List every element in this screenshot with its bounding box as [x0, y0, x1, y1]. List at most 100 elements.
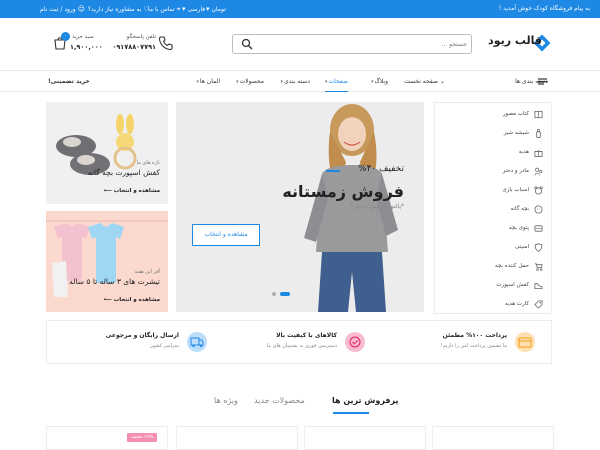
contact-label: تماس با ما	[148, 6, 175, 13]
location-pin-icon: ⌖	[176, 5, 181, 13]
search-icon[interactable]	[241, 38, 253, 50]
chevron-down-icon: ▾	[325, 79, 328, 85]
heart-icon: ♡	[143, 5, 150, 13]
sidebar-item-label: بچه گانه	[510, 206, 529, 212]
promo-card-tshirts[interactable]: آفر این هفته تیشرت های ۳ ساله تا ۵ ساله …	[46, 211, 168, 312]
promo-kicker: تازه های ما	[136, 160, 160, 166]
promo-title: تیشرت های ۳ ساله تا ۵ ساله	[69, 277, 160, 286]
main-nav: دسته بندی ها ⌄ صفحه نخست وبلاگ▾ صفحات▾ د…	[0, 70, 600, 92]
product-card[interactable]	[432, 426, 554, 450]
slider-dot[interactable]	[272, 292, 276, 296]
special-offer-link[interactable]: خرید تضمینی!	[48, 71, 90, 92]
nav-label: صفحه نخست	[404, 78, 438, 85]
nav-item-pages[interactable]: صفحات▾	[325, 71, 348, 92]
sidebar-item-illustrated-book[interactable]: کتاب مصور	[435, 105, 551, 124]
user-icon: ☺	[77, 5, 86, 13]
language-label: فارسی	[187, 6, 206, 13]
search-input[interactable]	[267, 37, 467, 51]
feature-free-shipping: ارسال رایگان و مرجوعی سراسر کشور	[47, 321, 215, 363]
help-label: به مشاوره نیاز دارید؟	[88, 6, 142, 13]
sidebar-item-label: کتاب مصور	[502, 111, 529, 117]
product-card[interactable]	[176, 426, 298, 450]
hero-discount: تخفیف ۴۰%	[358, 164, 404, 174]
gift-icon	[534, 149, 543, 157]
arrow-left-icon: ⟵	[103, 297, 112, 303]
feature-title: کالاهای با کیفیت بالا	[276, 332, 337, 339]
hero-cta-button[interactable]: مشاهده و انتخاب	[192, 224, 260, 246]
hero-subtitle: *پالتو ، پاپوش ،بوتین*	[349, 203, 404, 210]
wallet-icon	[515, 332, 535, 352]
sidebar-item-safety[interactable]: امنیتی	[435, 238, 551, 257]
feature-subtitle: ما تضمین پرداخت امن را داریم!	[440, 343, 507, 349]
mother-daughter-icon	[534, 167, 543, 176]
sidebar-item-sport-shoes[interactable]: کفش اسپورت	[435, 276, 551, 295]
top-bar: به پیام فروشگاه کودک خوش آمدید ! ▾ تومان …	[0, 0, 600, 18]
nav-label: صفحات	[328, 78, 348, 85]
help-link[interactable]: به مشاوره نیاز دارید؟ ♡	[88, 0, 152, 18]
toy-icon	[534, 186, 543, 195]
book-icon	[534, 110, 543, 119]
cart-count-badge: ۰	[61, 32, 70, 41]
currency-label: تومان	[211, 6, 226, 13]
shoe-icon	[534, 283, 543, 290]
nav-item-elements[interactable]: المان ها▾	[196, 71, 220, 92]
promo-kicker: آفر این هفته	[134, 269, 160, 275]
sidebar-item-gift-card[interactable]: کارت هدیه	[435, 295, 551, 314]
hamburger-icon[interactable]	[538, 78, 547, 85]
sidebar-item-label: پتوی بچه	[508, 225, 529, 231]
arrow-left-icon: ⟵	[103, 188, 112, 194]
feature-secure-payment: پرداخت ۱۰۰% مطمئن ما تضمین پرداخت امن را…	[383, 321, 551, 363]
chevron-down-icon: ▾	[280, 79, 284, 85]
promo-link[interactable]: مشاهده و انتخاب ⟵	[104, 297, 160, 303]
welcome-text: به پیام فروشگاه کودک خوش آمدید !	[498, 5, 590, 12]
nav-item-blog[interactable]: وبلاگ▾	[371, 71, 388, 92]
tab-best-sellers[interactable]: پرفروش ترین ها	[332, 396, 399, 405]
sidebar-item-mother-daughter[interactable]: مادر و دختر	[435, 162, 551, 181]
sidebar-item-baby-bottle[interactable]: شیشه شیر	[435, 124, 551, 143]
promo-link-label: مشاهده و انتخاب	[113, 188, 160, 194]
shipping-icon	[187, 332, 207, 352]
sidebar-item-baby-blanket[interactable]: پتوی بچه	[435, 219, 551, 238]
login-link[interactable]: ورود / ثبت نام ☺	[40, 0, 87, 18]
tag-icon	[534, 300, 543, 309]
language-select[interactable]: ▾ فارسی	[180, 0, 205, 18]
promo-link[interactable]: مشاهده و انتخاب ⟵	[104, 188, 160, 194]
feature-subtitle: دسترسی فوری به پشتیبان های ما	[266, 343, 337, 349]
contact-link[interactable]: تماس با ما ⌖	[148, 0, 183, 18]
discount-badge: ۲۷% تخفیف	[127, 433, 157, 442]
sidebar-item-toys[interactable]: اسباب بازی	[435, 181, 551, 200]
sidebar-item-label: کفش اسپورت	[496, 282, 529, 288]
slider-dot-active[interactable]	[280, 292, 290, 296]
feature-title: ارسال رایگان و مرجوعی	[105, 332, 179, 339]
sidebar-item-kids[interactable]: بچه گانه	[435, 200, 551, 219]
sidebar-item-label: کارت هدیه	[504, 301, 529, 307]
sidebar-item-gift[interactable]: هدیه	[435, 143, 551, 162]
sidebar-item-label: مادر و دختر	[502, 168, 529, 174]
nav-item-products[interactable]: محصولات▾	[236, 71, 264, 92]
search-box	[232, 34, 472, 54]
hero-slider[interactable]: تخفیف ۴۰% فروش زمستانه *پالتو ، پاپوش ،ب…	[176, 102, 424, 312]
promo-card-shoes[interactable]: تازه های ما کفش اسپورت بچه گانه مشاهده و…	[46, 102, 168, 204]
chevron-down-icon: ▾	[236, 79, 239, 85]
chevron-down-icon: ▾	[196, 79, 199, 85]
cart-label: سبد خرید	[72, 34, 94, 40]
product-card[interactable]	[304, 426, 426, 450]
sidebar-item-label: امنیتی	[514, 244, 529, 250]
chevron-down-icon[interactable]: ⌄	[440, 71, 445, 92]
phone-number[interactable]: ۰۹۱۷۸۸۰۷۷۹۱	[100, 43, 156, 51]
nav-item-category[interactable]: دسته بندی▾	[281, 71, 310, 92]
phone-icon	[158, 36, 173, 51]
quality-icon	[345, 332, 365, 352]
tab-specials[interactable]: ویژه ها	[214, 396, 238, 405]
feature-quality: کالاهای با کیفیت بالا دسترسی فوری به پشت…	[215, 321, 383, 363]
tab-new-products[interactable]: محصولات جدید	[254, 396, 305, 405]
active-tab-indicator	[333, 412, 369, 414]
nav-item-home[interactable]: صفحه نخست	[404, 71, 438, 92]
sidebar-item-baby-carrier[interactable]: حمل کننده بچه	[435, 257, 551, 276]
currency-select[interactable]: ▾ تومان	[204, 0, 226, 18]
hero-title: فروش زمستانه	[282, 182, 404, 201]
sidebar-item-label: هدیه	[518, 149, 529, 155]
nav-label: المان ها	[199, 78, 220, 85]
phone-label: تلفن پاسخگو	[126, 34, 156, 40]
logo-text[interactable]: قالب ریود	[488, 34, 542, 47]
